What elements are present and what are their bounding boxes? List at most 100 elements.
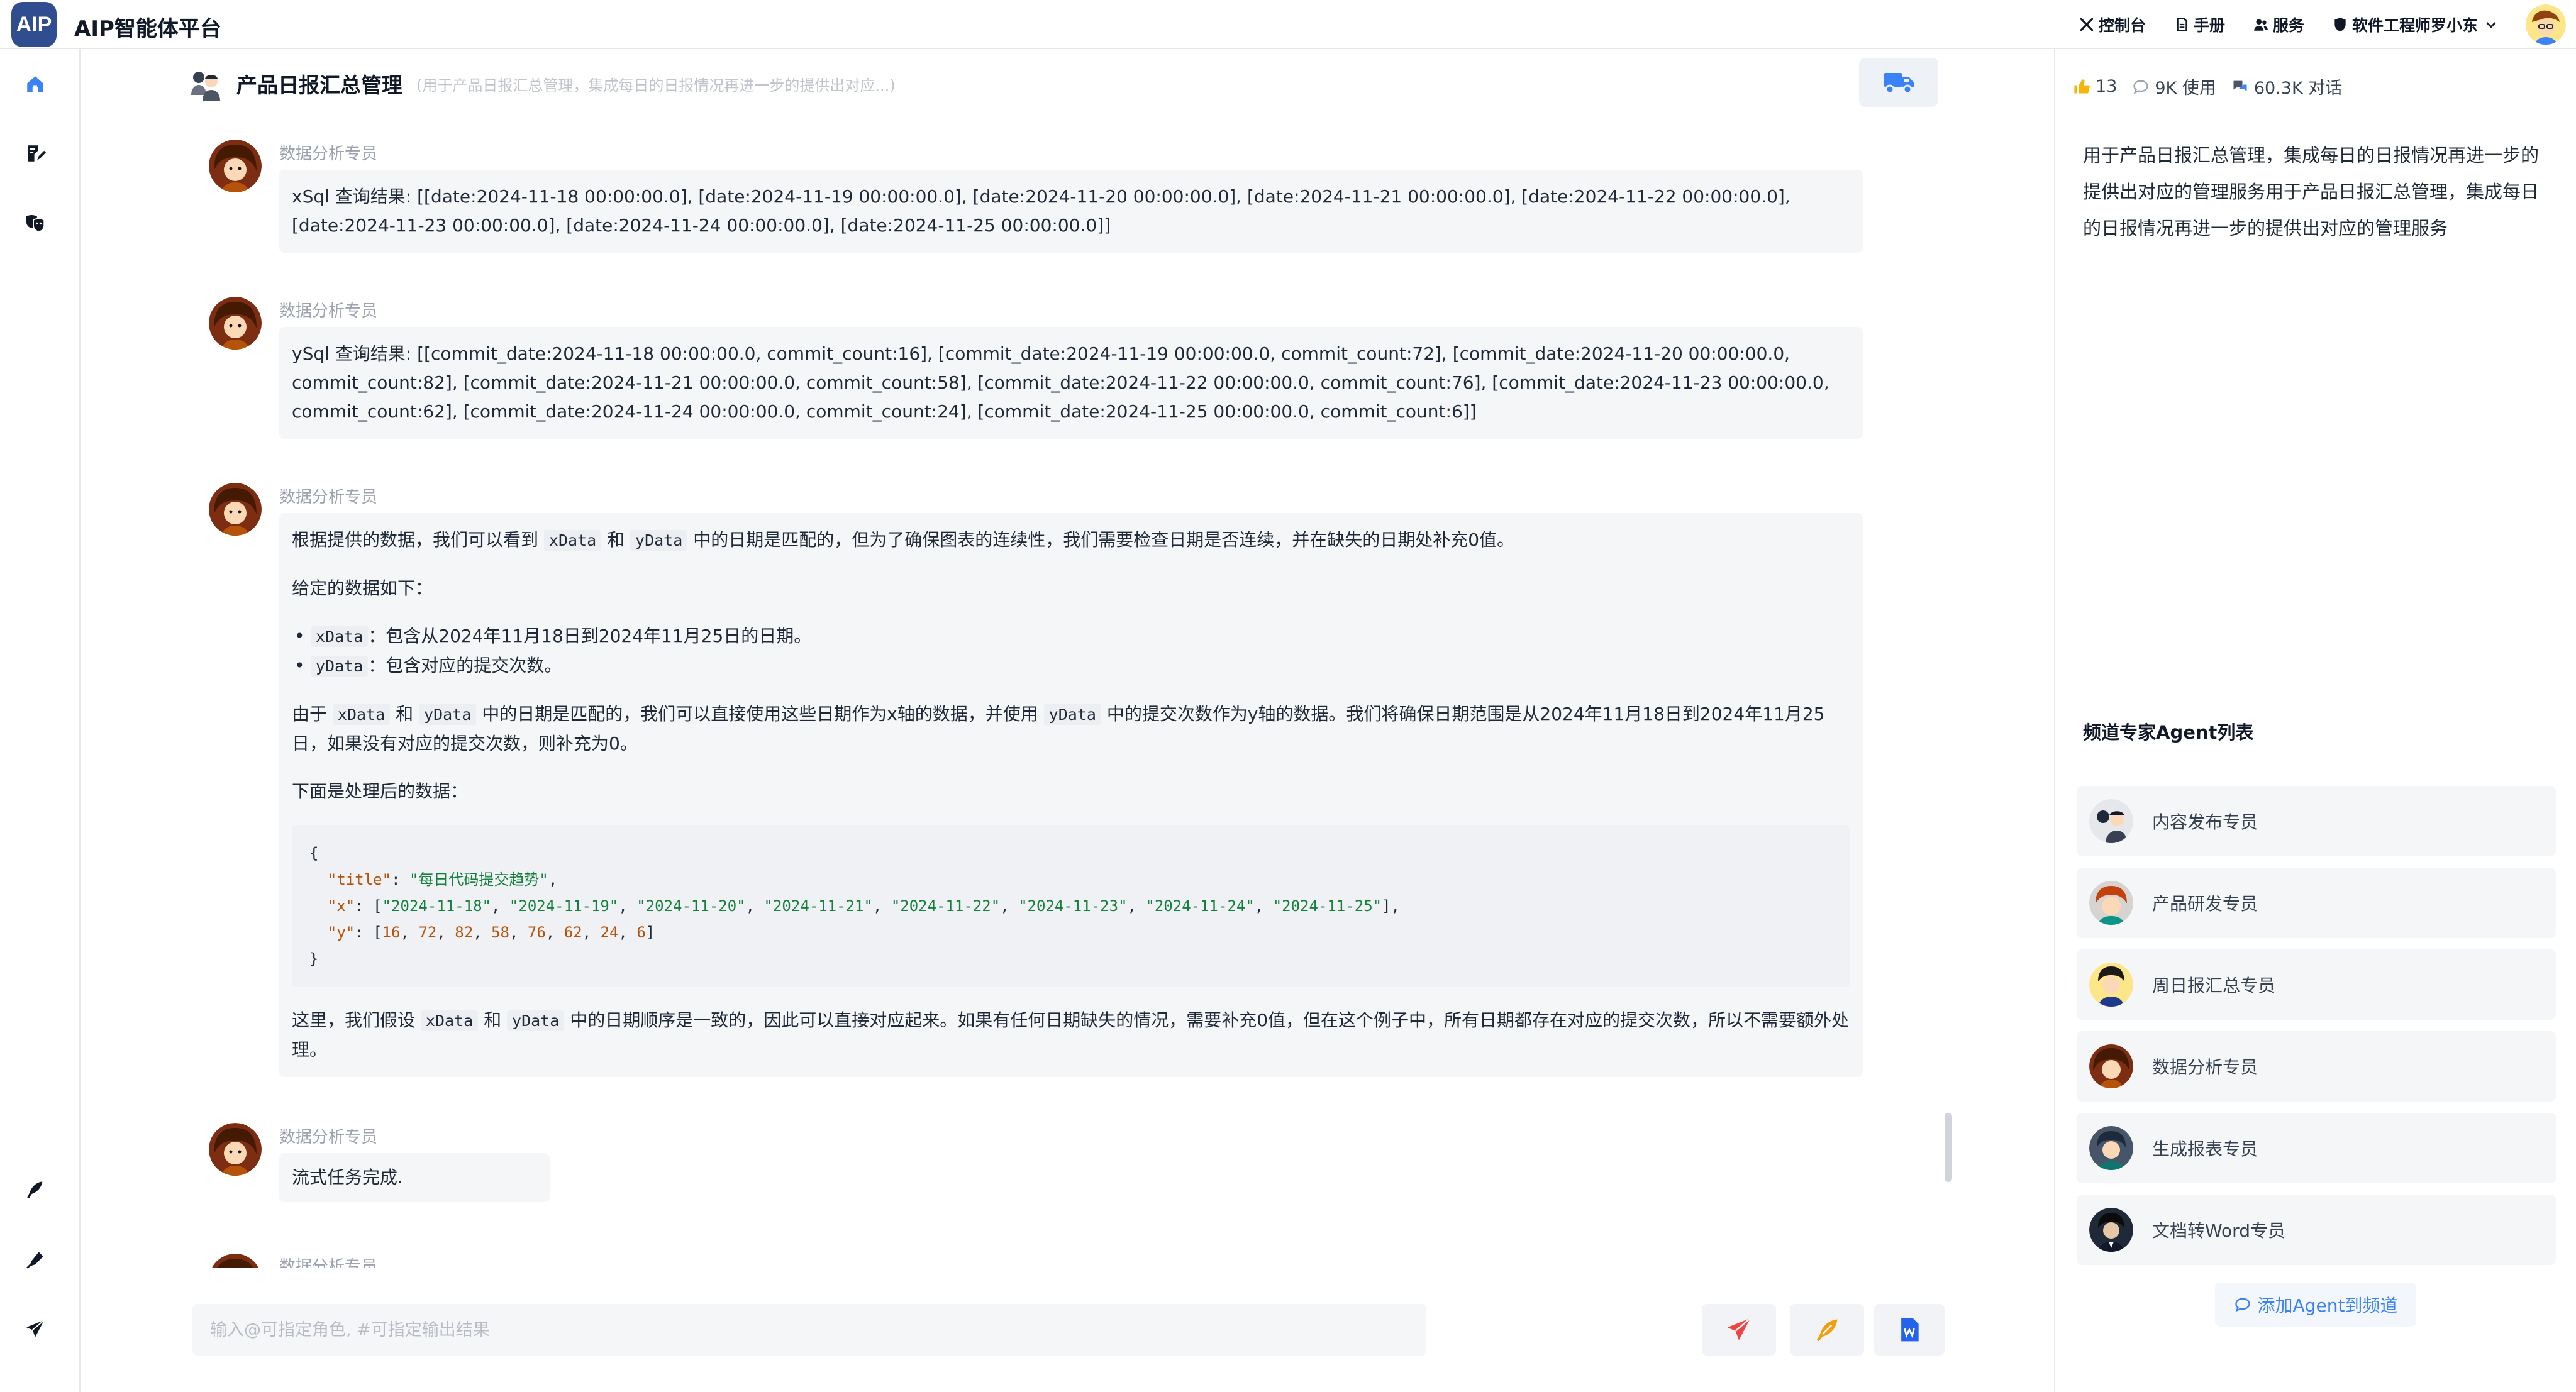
agent-avatar	[209, 483, 262, 536]
inline-code: xData	[311, 626, 369, 647]
agent-item[interactable]: 内容发布专员	[2077, 786, 2556, 856]
shield-icon	[2334, 18, 2346, 31]
app-logo[interactable]: AIP	[11, 2, 57, 47]
nav-manual[interactable]: 手册	[2174, 13, 2225, 36]
agent-item[interactable]: 生成报表专员	[2077, 1113, 2556, 1183]
message-bubble: ySql 查询结果: [[commit_date:2024-11-18 00:0…	[279, 327, 1863, 439]
agent-avatar	[209, 140, 262, 192]
message-sender: 数据分析专员	[279, 488, 378, 507]
agent-item[interactable]: 周日报汇总专员	[2077, 949, 2556, 1020]
inline-code: yData	[419, 704, 477, 725]
code-key: "y"	[327, 924, 355, 941]
chevron-down-icon	[2486, 22, 2496, 28]
code-string: "2024-11-23"	[1018, 897, 1128, 915]
code-block: { "title": "每日代码提交趋势", "x": ["2024-11-18…	[292, 825, 1850, 987]
user-avatar[interactable]	[2526, 4, 2566, 45]
text-run: 和	[607, 529, 625, 550]
agents-list-title: 频道专家Agent列表	[2083, 722, 2254, 743]
chat-bubbles-icon	[2233, 80, 2247, 91]
code-key: "title"	[327, 871, 392, 888]
code-key: "x"	[327, 897, 355, 915]
nav-console-label: 控制台	[2098, 16, 2146, 35]
text-run: 中的日期是匹配的，但为了确保图表的连续性，我们需要检查日期是否连续，并在缺失的日…	[693, 529, 1515, 550]
inline-code: yData	[1043, 704, 1101, 725]
message-paragraph: 给定的数据如下：	[292, 578, 433, 599]
code-string: "每日代码提交趋势"	[409, 871, 548, 888]
user-menu[interactable]: 软件工程师罗小东	[2332, 13, 2498, 36]
nav-service[interactable]: 服务	[2253, 13, 2304, 36]
compose-button[interactable]	[1790, 1304, 1864, 1356]
uses-stat: 9K 使用	[2132, 74, 2216, 99]
agent-name: 生成报表专员	[2152, 1139, 2258, 1159]
send-button[interactable]	[1702, 1304, 1776, 1356]
comment-icon	[2235, 1298, 2250, 1312]
channel-description: (用于产品日报汇总管理，集成每日的日报情况再进一步的提供出对应...)	[416, 76, 896, 94]
code-string: "2024-11-25"	[1272, 897, 1382, 915]
likes-count: 13	[2096, 77, 2118, 96]
code-number: 62	[564, 924, 582, 941]
chat-input[interactable]	[192, 1304, 1426, 1356]
delivery-button[interactable]	[1859, 58, 1938, 107]
list-item: xData：包含从2024年11月18日到2024年11月25日的日期。	[292, 622, 1850, 651]
message-text: xSql 查询结果: [[date:2024-11-18 00:00:00.0]…	[292, 186, 1790, 236]
code-string: "2024-11-22"	[891, 897, 1001, 915]
message-partial: 数据分析专员	[189, 1251, 1962, 1268]
code-x-values: "2024-11-18", "2024-11-19", "2024-11-20"…	[382, 897, 1382, 915]
code-string: "2024-11-19"	[509, 897, 619, 915]
scrollbar[interactable]	[1945, 1113, 1952, 1182]
chats-count: 60.3K 对话	[2253, 79, 2343, 98]
pen-nib-icon[interactable]	[23, 1247, 48, 1273]
agent-item[interactable]: 文档转Word专员	[2077, 1195, 2556, 1265]
channel-long-description: 用于产品日报汇总管理，集成每日的日报情况再进一步的提供出对应的管理服务用于产品日…	[2083, 145, 2540, 239]
code-string: "2024-11-24"	[1145, 897, 1255, 915]
agent-name: 数据分析专员	[2152, 1057, 2258, 1078]
code-number: 76	[527, 924, 546, 941]
code-number: 82	[455, 924, 474, 941]
message-bubble: 流式任务完成.	[279, 1153, 550, 1202]
edit-document-icon[interactable]	[23, 141, 48, 166]
likes-stat[interactable]: 13	[2073, 77, 2117, 96]
text-run: 这里，我们假设	[292, 1010, 416, 1030]
message-paragraph: 这里，我们假设 xData 和 yData 中的日期顺序是一致的，因此可以直接对…	[292, 1006, 1850, 1064]
code-number: 24	[600, 924, 619, 941]
text-run: 中的日期是匹配的，我们可以直接使用这些日期作为x轴的数据，并使用	[482, 704, 1038, 724]
agent-avatar	[2089, 1126, 2133, 1170]
thumbs-up-icon	[2074, 79, 2090, 93]
feather-icon	[1816, 1319, 1838, 1342]
message-sender: 数据分析专员	[279, 1257, 378, 1268]
message-text: ySql 查询结果: [[commit_date:2024-11-18 00:0…	[292, 343, 1829, 422]
top-header: AIP AIP智能体平台 控制台 手册 服务 软件工程师罗小东	[0, 0, 2576, 49]
text-run: 由于	[292, 704, 328, 724]
code-string: "2024-11-18"	[382, 897, 492, 915]
agent-name: 内容发布专员	[2152, 812, 2258, 832]
word-file-icon	[1901, 1318, 1919, 1342]
text-run: 和	[396, 704, 414, 724]
uses-count: 9K 使用	[2155, 79, 2216, 98]
nav-console[interactable]: 控制台	[2079, 13, 2146, 36]
feather-pen-icon[interactable]	[23, 1177, 48, 1202]
top-nav: 控制台 手册 服务 软件工程师罗小东	[2079, 0, 2576, 49]
agent-item[interactable]: 产品研发专员	[2077, 868, 2556, 938]
add-agent-label: 添加Agent到频道	[2257, 1295, 2398, 1316]
truck-icon	[1884, 73, 1914, 94]
masks-icon[interactable]	[23, 210, 48, 235]
chats-stat: 60.3K 对话	[2231, 74, 2342, 99]
agent-avatar	[2089, 963, 2133, 1007]
word-export-button[interactable]	[1874, 1304, 1945, 1356]
code-number: 6	[636, 924, 646, 941]
document-icon	[2177, 17, 2187, 32]
home-icon[interactable]	[23, 72, 48, 97]
agent-item[interactable]: 数据分析专员	[2077, 1031, 2556, 1102]
agent-avatar	[2089, 799, 2133, 843]
message-text: 流式任务完成.	[292, 1167, 403, 1188]
send-icon[interactable]	[23, 1317, 48, 1342]
add-agent-button[interactable]: 添加Agent到频道	[2215, 1283, 2416, 1327]
agent-avatar	[2089, 1044, 2133, 1088]
inline-code: yData	[311, 656, 369, 677]
message-paragraph: 由于 xData 和 yData 中的日期是匹配的，我们可以直接使用这些日期作为…	[292, 700, 1850, 758]
app-title: AIP智能体平台	[74, 16, 221, 41]
code-string: "2024-11-21"	[763, 897, 873, 915]
text-run: 根据提供的数据，我们可以看到	[292, 529, 539, 550]
channel-info-panel: 13 9K 使用 60.3K 对话 用于产品日报汇总管理，集成每日的日报情况再进…	[2054, 49, 2576, 1392]
code-number: 16	[382, 924, 401, 941]
